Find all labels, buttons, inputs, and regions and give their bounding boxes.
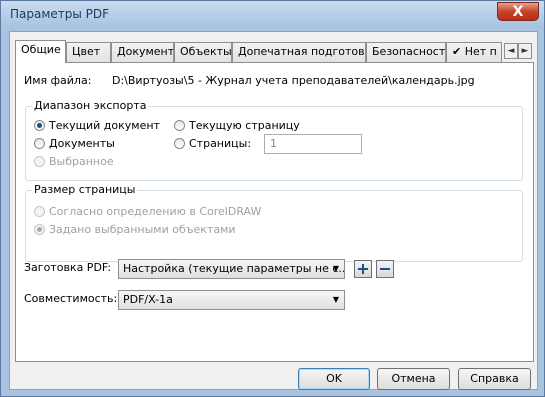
remove-preset-button[interactable] bbox=[376, 260, 394, 278]
radio-current-page-label: Текущую страницу bbox=[189, 119, 300, 132]
radio-current-page[interactable]: Текущую страницу bbox=[174, 119, 300, 132]
tab-scroll-left-button[interactable]: ◄ bbox=[504, 43, 518, 59]
dialog-client-area: Общие Цвет Документ Объекты Допечатная п… bbox=[9, 31, 538, 390]
tab-no-issues[interactable]: ✔ Нет п bbox=[446, 42, 502, 62]
compatibility-label: Совместимость: bbox=[24, 292, 118, 305]
compatibility-select[interactable]: PDF/X-1a ▼ bbox=[118, 290, 345, 310]
window-title: Параметры PDF bbox=[10, 7, 110, 21]
file-name-value: D:\Виртуозы\5 - Журнал учета преподавате… bbox=[112, 74, 475, 87]
radio-as-defined-label: Согласно определению в CorelDRAW bbox=[49, 205, 262, 218]
radio-dot bbox=[34, 120, 45, 131]
radio-pages-label: Страницы: bbox=[189, 137, 252, 150]
tab-general[interactable]: Общие bbox=[15, 40, 66, 63]
cancel-button[interactable]: Отмена bbox=[377, 368, 450, 390]
radio-current-document-label: Текущий документ bbox=[49, 119, 160, 132]
preset-select-value: Настройка (текущие параметры не с... bbox=[123, 262, 345, 275]
close-button[interactable]: X bbox=[497, 2, 539, 21]
pdf-settings-dialog: Параметры PDF X Общие Цвет Документ Объе… bbox=[0, 0, 545, 397]
add-preset-button[interactable] bbox=[354, 260, 372, 278]
compatibility-select-value: PDF/X-1a bbox=[123, 293, 173, 306]
radio-documents-label: Документы bbox=[49, 137, 115, 150]
page-size-title: Размер страницы bbox=[32, 183, 138, 196]
tab-prepress[interactable]: Допечатная подготовка bbox=[232, 42, 366, 62]
radio-by-selected-label: Задано выбранными объектами bbox=[49, 223, 236, 236]
tab-security[interactable]: Безопасность bbox=[366, 42, 446, 62]
title-bar[interactable]: Параметры PDF X bbox=[1, 1, 544, 27]
radio-dot bbox=[174, 138, 185, 149]
chevron-down-icon: ▼ bbox=[332, 295, 339, 304]
general-tab-panel: Имя файла: D:\Виртуозы\5 - Журнал учета … bbox=[15, 62, 534, 362]
radio-current-document[interactable]: Текущий документ bbox=[34, 119, 160, 132]
radio-selected-label: Выбранное bbox=[49, 155, 114, 168]
tab-scroll-right-button[interactable]: ► bbox=[518, 43, 532, 59]
radio-selected[interactable]: Выбранное bbox=[34, 155, 114, 168]
chevron-down-icon: ▼ bbox=[332, 264, 339, 273]
file-name-label: Имя файла: bbox=[24, 74, 92, 87]
radio-dot bbox=[34, 156, 45, 167]
tab-objects[interactable]: Объекты bbox=[174, 42, 232, 62]
ok-button[interactable]: OK bbox=[298, 368, 370, 390]
tab-document[interactable]: Документ bbox=[111, 42, 174, 62]
radio-dot bbox=[34, 138, 45, 149]
export-range-title: Диапазон экспорта bbox=[32, 99, 149, 112]
radio-as-defined-in-coreldraw[interactable]: Согласно определению в CorelDRAW bbox=[34, 205, 261, 218]
pages-input[interactable]: 1 bbox=[264, 134, 362, 154]
preset-label: Заготовка PDF: bbox=[24, 261, 112, 274]
checkmark-icon: ✔ bbox=[452, 45, 462, 58]
radio-documents[interactable]: Документы bbox=[34, 137, 115, 150]
tab-no-issues-label: Нет п bbox=[464, 45, 497, 58]
radio-dot bbox=[174, 120, 185, 131]
radio-pages[interactable]: Страницы: bbox=[174, 137, 251, 150]
radio-dot bbox=[34, 224, 45, 235]
radio-dot bbox=[34, 206, 45, 217]
help-button[interactable]: Справка bbox=[458, 368, 531, 390]
radio-by-selected-objects[interactable]: Задано выбранными объектами bbox=[34, 223, 236, 236]
tab-color[interactable]: Цвет bbox=[66, 42, 111, 62]
preset-select[interactable]: Настройка (текущие параметры не с... ▼ bbox=[118, 259, 345, 279]
